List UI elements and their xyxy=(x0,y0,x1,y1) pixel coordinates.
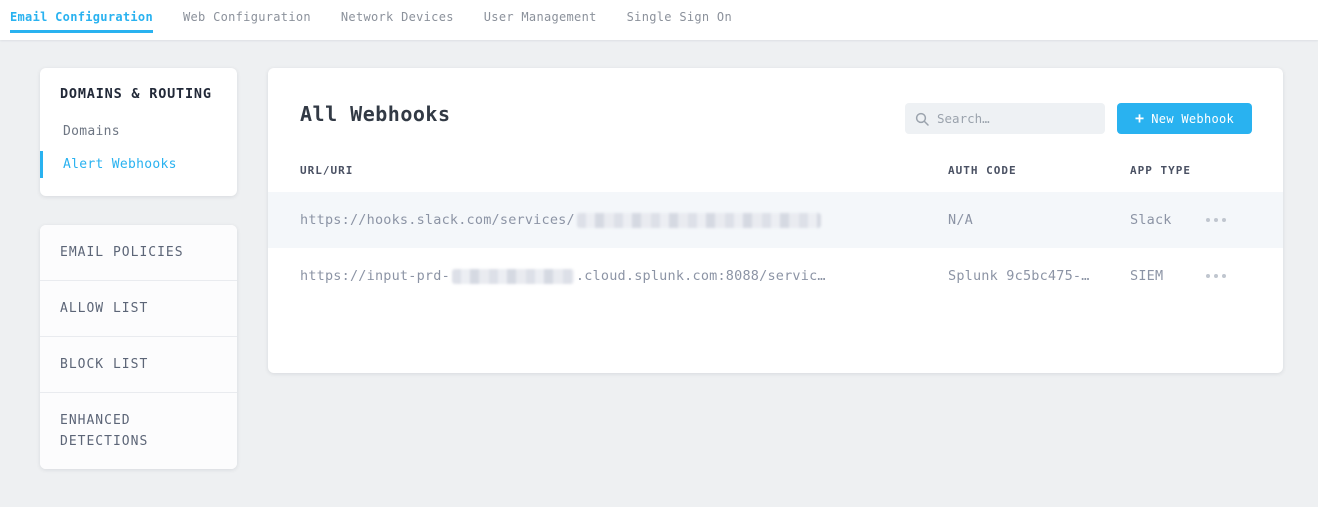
search-input[interactable] xyxy=(937,111,1095,126)
ellipsis-icon xyxy=(1206,274,1210,278)
row-menu-button[interactable] xyxy=(1204,268,1228,284)
redacted-url-segment xyxy=(452,269,574,284)
column-header-app-type: APP TYPE xyxy=(1130,164,1191,177)
tab-email-configuration[interactable]: Email Configuration xyxy=(10,0,153,33)
search-icon xyxy=(915,112,929,126)
search-box[interactable] xyxy=(905,103,1105,134)
tab-network-devices[interactable]: Network Devices xyxy=(341,0,454,33)
table-header: URL/URI AUTH CODE APP TYPE xyxy=(268,164,1283,192)
page-title: All Webhooks xyxy=(300,102,451,126)
sidebar-item-email-policies[interactable]: EMAIL POLICIES xyxy=(40,225,237,281)
new-webhook-button-label: New Webhook xyxy=(1151,112,1234,126)
sidebar-item-enhanced-detections[interactable]: ENHANCED DETECTIONS xyxy=(40,393,237,469)
sidebar-heading-domains-routing: DOMAINS & ROUTING xyxy=(40,86,237,102)
new-webhook-button[interactable]: + New Webhook xyxy=(1117,103,1252,134)
webhook-app-type: Slack xyxy=(1130,212,1172,228)
row-menu-button[interactable] xyxy=(1204,212,1228,228)
webhook-url: https://input-prd-.cloud.splunk.com:8088… xyxy=(300,268,826,284)
column-header-auth-code: AUTH CODE xyxy=(948,164,1017,177)
table-row-slack-webhook: https://hooks.slack.com/services/ N/A Sl… xyxy=(268,192,1283,248)
redacted-url-segment xyxy=(577,213,821,228)
plus-icon: + xyxy=(1135,111,1144,126)
webhook-auth-code: N/A xyxy=(948,212,973,228)
top-nav: Email Configuration Web Configuration Ne… xyxy=(0,0,1318,40)
sidebar-sections-card: EMAIL POLICIES ALLOW LIST BLOCK LIST ENH… xyxy=(40,225,237,469)
table-row-splunk-webhook: https://input-prd-.cloud.splunk.com:8088… xyxy=(268,248,1283,304)
tab-user-management[interactable]: User Management xyxy=(484,0,597,33)
tab-single-sign-on[interactable]: Single Sign On xyxy=(627,0,732,33)
sidebar-item-block-list[interactable]: BLOCK LIST xyxy=(40,337,237,393)
column-header-url-uri: URL/URI xyxy=(300,164,353,177)
sidebar-item-allow-list[interactable]: ALLOW LIST xyxy=(40,281,237,337)
webhook-url: https://hooks.slack.com/services/ xyxy=(300,212,823,228)
ellipsis-icon xyxy=(1206,218,1210,222)
sidebar-item-domains[interactable]: Domains xyxy=(40,118,237,145)
sidebar-item-alert-webhooks[interactable]: Alert Webhooks xyxy=(40,151,237,178)
webhook-auth-code: Splunk 9c5bc475-… xyxy=(948,268,1090,284)
sidebar-domains-routing-card: DOMAINS & ROUTING Domains Alert Webhooks xyxy=(40,68,237,196)
webhook-app-type: SIEM xyxy=(1130,268,1163,284)
tab-web-configuration[interactable]: Web Configuration xyxy=(183,0,311,33)
webhooks-panel: All Webhooks + New Webhook URL/URI AUTH … xyxy=(268,68,1283,373)
